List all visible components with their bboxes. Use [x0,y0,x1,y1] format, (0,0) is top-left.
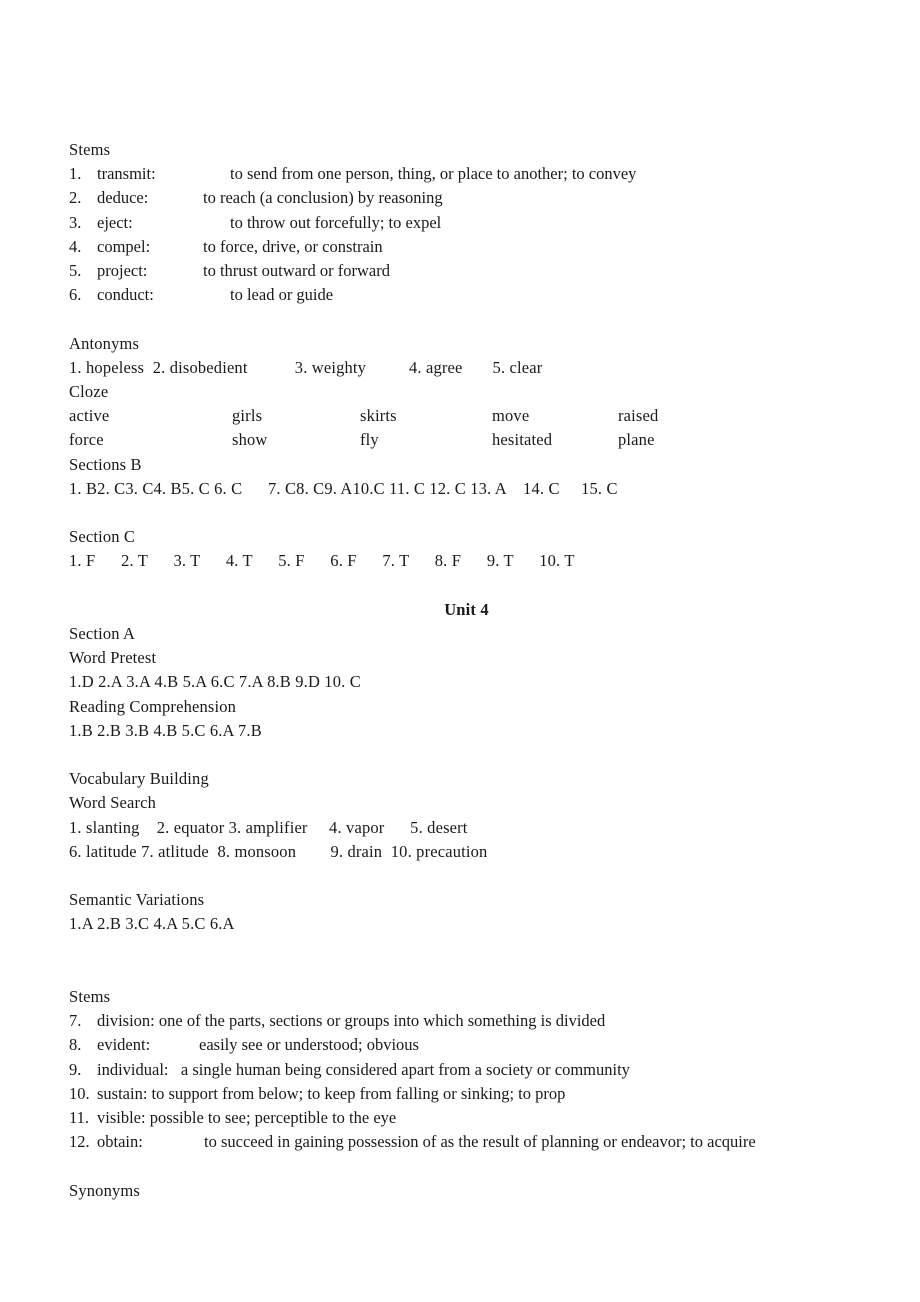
stem-number: 5. [69,261,82,281]
stem-number: 8. [69,1035,82,1055]
antonyms-answers: 1. hopeless 2. disobedient 3. weighty 4.… [69,357,543,377]
stem-item: 2. deduce: to reach (a conclusion) by reas… [69,186,880,210]
stem-item: 1. transmit: to send from one person, thin… [69,162,880,186]
stem-term: visible: [97,1108,146,1128]
stem-term: transmit: [97,164,156,184]
stem-number: 7. [69,1011,82,1031]
cloze-row: active girls skirts move raised [69,404,880,428]
word-search-line-1: 1. slanting 2. equator 3. amplifier 4. v… [69,817,468,837]
stem-item: 12. obtain: to succeed in gaining possessi… [69,1130,880,1154]
stem-definition: a single human being considered apart fr… [180,1059,630,1079]
stem-definition: to throw out forcefully; to expel [230,212,442,232]
stem-number: 6. [69,285,82,305]
cloze-cell: move [492,406,530,426]
cloze-cell: plane [618,430,655,450]
cloze-cell: active [69,406,110,426]
stem-item: 10. sustain: to support from below; to ke… [69,1082,880,1106]
antonyms-heading: Antonyms [69,333,140,353]
cloze-cell: girls [232,406,263,426]
stem-number: 1. [69,164,82,184]
stem-term: compel: [97,236,151,256]
stem-item: 4. compel: to force, drive, or constrain [69,235,880,259]
stem-item: 11. visible: possible to see; perceptible… [69,1106,880,1130]
cloze-cell: show [232,430,268,450]
stem-item: 7. division: one of the parts, sections o… [69,1009,880,1033]
stem-definition: to succeed in gaining possession of as t… [204,1132,756,1152]
word-pretest-answers: 1.D 2.A 3.A 4.B 5.A 6.C 7.A 8.B 9.D 10. … [69,672,361,692]
stem-definition: easily see or understood; obvious [199,1035,419,1055]
stem-term: division: [97,1011,155,1031]
stem-definition: one of the parts, sections or groups int… [158,1011,606,1031]
word-search-line-2: 6. latitude 7. atlitude 8. monsoon 9. dr… [69,841,488,861]
stem-number: 2. [69,188,82,208]
stem-number: 4. [69,236,82,256]
stem-definition: possible to see; perceptible to the eye [149,1108,397,1128]
stem-item: 6. conduct: to lead or guide [69,283,880,307]
reading-comprehension-heading: Reading Comprehension [69,696,237,716]
stem-definition: to support from below; to keep from fall… [151,1083,566,1103]
sections-b-answers: 1. B2. C3. C4. B5. C 6. C 7. C8. C9. A10… [69,478,618,498]
section-c-heading: Section C [69,527,136,547]
stem-number: 11. [69,1108,90,1128]
stem-definition: to send from one person, thing, or place… [230,164,637,184]
semantic-variations-answers: 1.A 2.B 3.C 4.A 5.C 6.A [69,914,235,934]
stem-term: eject: [97,212,133,232]
stems-unit3-heading: Stems [69,140,111,159]
unit-title: Unit 4 [444,599,489,619]
word-pretest-heading: Word Pretest [69,648,157,668]
cloze-heading: Cloze [69,382,109,402]
cloze-cell: fly [360,430,379,450]
stem-definition: to thrust outward or forward [203,261,390,281]
cloze-cell: hesitated [492,430,553,450]
stem-number: 10. [69,1083,90,1103]
stem-definition: to reach (a conclusion) by reasoning [203,188,443,208]
document-page: Stems 1. transmit: to send from one person… [0,0,920,1302]
cloze-cell: force [69,430,104,450]
stem-term: obtain: [97,1132,143,1152]
stem-definition: to lead or guide [230,285,334,305]
stem-number: 12. [69,1132,90,1152]
cloze-cell: skirts [360,406,397,426]
cloze-row: force show fly hesitated plane [69,428,880,452]
stems-unit4-heading: Stems [69,987,111,1006]
stem-item: 5. project: to thrust outward or forward [69,259,880,283]
stem-term: conduct: [97,285,154,305]
reading-comprehension-answers: 1.B 2.B 3.B 4.B 5.C 6.A 7.B [69,720,262,740]
cloze-cell: raised [618,406,659,426]
stem-term: deduce: [97,188,149,208]
stem-term: evident: [97,1035,151,1055]
stem-number: 3. [69,212,82,232]
stem-definition: to force, drive, or constrain [203,236,383,256]
stem-term: project: [97,261,148,281]
stem-definition-space [169,1060,181,1079]
stem-number: 9. [69,1059,82,1079]
stem-term: sustain: [97,1083,148,1103]
sections-b-heading: Sections B [69,454,142,474]
word-search-heading: Word Search [69,793,157,813]
stem-item: 3. eject: to throw out forcefully; to expe… [69,211,880,235]
section-a-heading: Section A [69,624,136,644]
semantic-variations-heading: Semantic Variations [69,890,205,910]
vocabulary-building-heading: Vocabulary Building [69,769,209,789]
stem-item: 9. individual: a single human being consi… [69,1058,880,1082]
section-c-answers: 1. F 2. T 3. T 4. T 5. F 6. F 7. T 8. F … [69,551,575,571]
stem-term: individual: [97,1059,169,1079]
synonyms-heading: Synonyms [69,1180,141,1200]
stem-item: 8. evident: easily see or understood; obvi… [69,1033,880,1057]
